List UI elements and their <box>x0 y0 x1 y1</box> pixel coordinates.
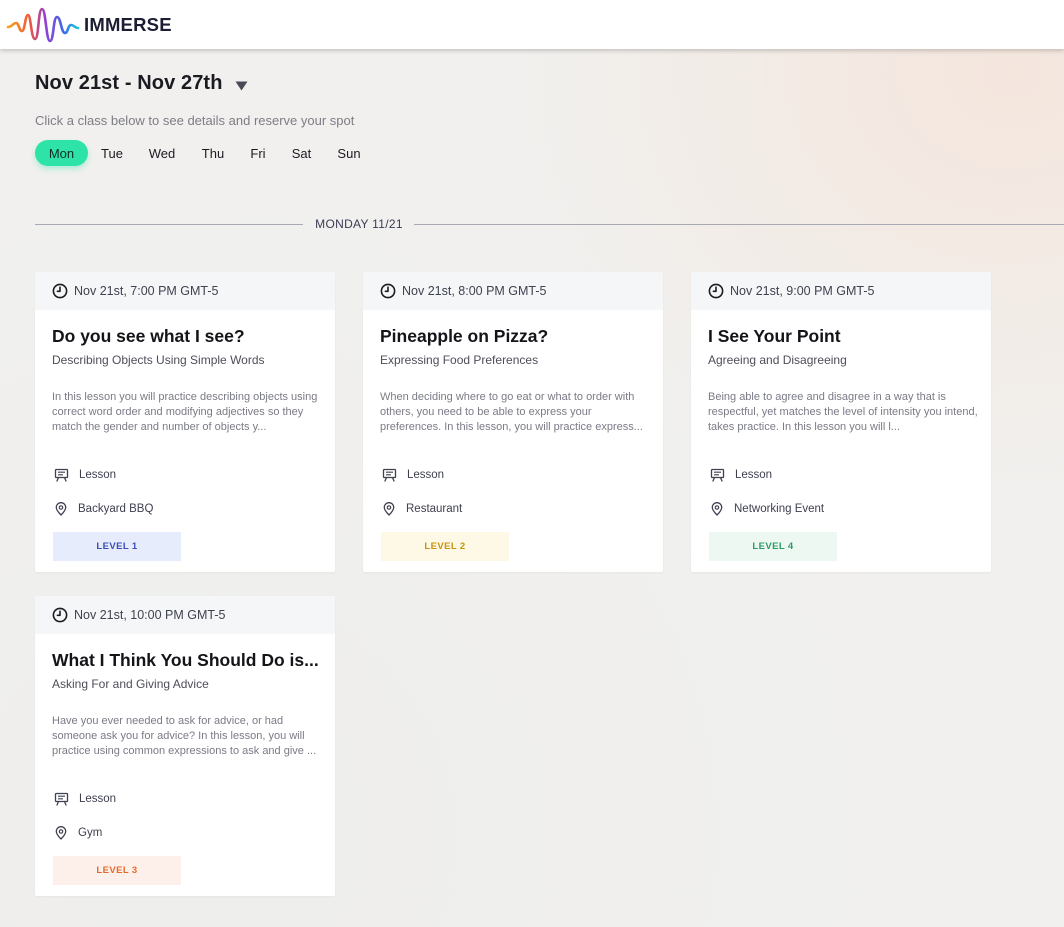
presentation-board-icon <box>54 792 69 806</box>
class-title: I See Your Point <box>708 326 841 346</box>
class-location-label: Restaurant <box>406 503 463 515</box>
card-header: Nov 21st, 8:00 PM GMT-5 <box>363 272 663 310</box>
class-type: Lesson <box>54 468 116 482</box>
card-header: Nov 21st, 7:00 PM GMT-5 <box>35 272 335 310</box>
class-type-label: Lesson <box>735 469 773 481</box>
brand-logo[interactable]: IMMERSE <box>6 0 172 49</box>
level-badge: LEVEL 2 <box>381 532 509 561</box>
class-subtitle: Agreeing and Disagreeing <box>708 353 847 367</box>
section-date-label: MONDAY 11/21 <box>315 217 403 231</box>
class-description: Being able to agree and disagree in a wa… <box>708 391 978 433</box>
day-tab-sun[interactable]: Sun <box>325 140 373 166</box>
card-header: Nov 21st, 10:00 PM GMT-5 <box>35 596 335 634</box>
class-card[interactable]: Nov 21st, 7:00 PM GMT-5 Do you see what … <box>35 272 335 572</box>
day-tab-sat[interactable]: Sat <box>278 140 325 166</box>
soundwave-logo-icon <box>6 7 80 42</box>
class-time: Nov 21st, 9:00 PM GMT-5 <box>730 284 875 298</box>
class-card[interactable]: Nov 21st, 8:00 PM GMT-5 Pineapple on Piz… <box>363 272 663 572</box>
day-tab-thu[interactable]: Thu <box>188 140 238 166</box>
class-card[interactable]: Nov 21st, 10:00 PM GMT-5 What I Think Yo… <box>35 596 335 896</box>
class-title: Pineapple on Pizza? <box>380 326 549 346</box>
class-type: Lesson <box>710 468 772 482</box>
class-description: In this lesson you will practice describ… <box>52 391 318 433</box>
clock-icon <box>380 283 396 299</box>
day-tabs: Mon Tue Wed Thu Fri Sat Sun <box>35 140 373 166</box>
presentation-board-icon <box>54 468 69 482</box>
clock-icon <box>52 607 68 623</box>
class-type-label: Lesson <box>407 469 445 481</box>
level-badge: LEVEL 4 <box>709 532 837 561</box>
class-subtitle: Expressing Food Preferences <box>380 353 539 367</box>
class-card[interactable]: Nov 21st, 9:00 PM GMT-5 I See Your Point… <box>691 272 991 572</box>
section-divider-right <box>414 224 1064 225</box>
location-pin-icon <box>711 502 723 516</box>
card-header: Nov 21st, 9:00 PM GMT-5 <box>691 272 991 310</box>
class-time: Nov 21st, 7:00 PM GMT-5 <box>74 284 219 298</box>
class-location-label: Backyard BBQ <box>78 503 154 515</box>
section-divider-left <box>35 224 303 225</box>
day-tab-fri[interactable]: Fri <box>238 140 278 166</box>
caret-down-icon <box>235 81 248 90</box>
class-type: Lesson <box>382 468 444 482</box>
class-title: Do you see what I see? <box>52 326 245 346</box>
week-range-title: Nov 21st - Nov 27th <box>35 72 223 94</box>
class-location: Gym <box>54 826 102 840</box>
location-pin-icon <box>55 826 67 840</box>
class-type: Lesson <box>54 792 116 806</box>
class-description: Have you ever needed to ask for advice, … <box>52 715 317 757</box>
class-location-label: Networking Event <box>734 503 825 515</box>
class-location: Backyard BBQ <box>54 502 153 516</box>
class-location: Networking Event <box>710 502 824 516</box>
location-pin-icon <box>55 502 67 516</box>
class-type-label: Lesson <box>79 793 117 805</box>
day-tab-tue[interactable]: Tue <box>88 140 136 166</box>
class-subtitle: Asking For and Giving Advice <box>52 677 209 691</box>
location-pin-icon <box>383 502 395 516</box>
class-location-label: Gym <box>78 827 103 839</box>
class-location: Restaurant <box>382 502 462 516</box>
top-navigation-bar: IMMERSE <box>0 0 1064 49</box>
brand-name: IMMERSE <box>84 13 172 35</box>
clock-icon <box>708 283 724 299</box>
presentation-board-icon <box>710 468 725 482</box>
clock-icon <box>52 283 68 299</box>
class-title: What I Think You Should Do is... <box>52 650 319 670</box>
day-tab-wed[interactable]: Wed <box>136 140 188 166</box>
class-description: When deciding where to go eat or what to… <box>380 391 643 433</box>
class-time: Nov 21st, 8:00 PM GMT-5 <box>402 284 547 298</box>
class-subtitle: Describing Objects Using Simple Words <box>52 353 265 367</box>
level-badge: LEVEL 1 <box>53 532 181 561</box>
class-type-label: Lesson <box>79 469 117 481</box>
week-selector[interactable]: Nov 21st - Nov 27th <box>35 72 248 95</box>
level-badge: LEVEL 3 <box>53 856 181 885</box>
day-tab-mon[interactable]: Mon <box>35 140 88 166</box>
instructions-text: Click a class below to see details and r… <box>35 113 355 128</box>
presentation-board-icon <box>382 468 397 482</box>
class-time: Nov 21st, 10:00 PM GMT-5 <box>74 608 226 622</box>
